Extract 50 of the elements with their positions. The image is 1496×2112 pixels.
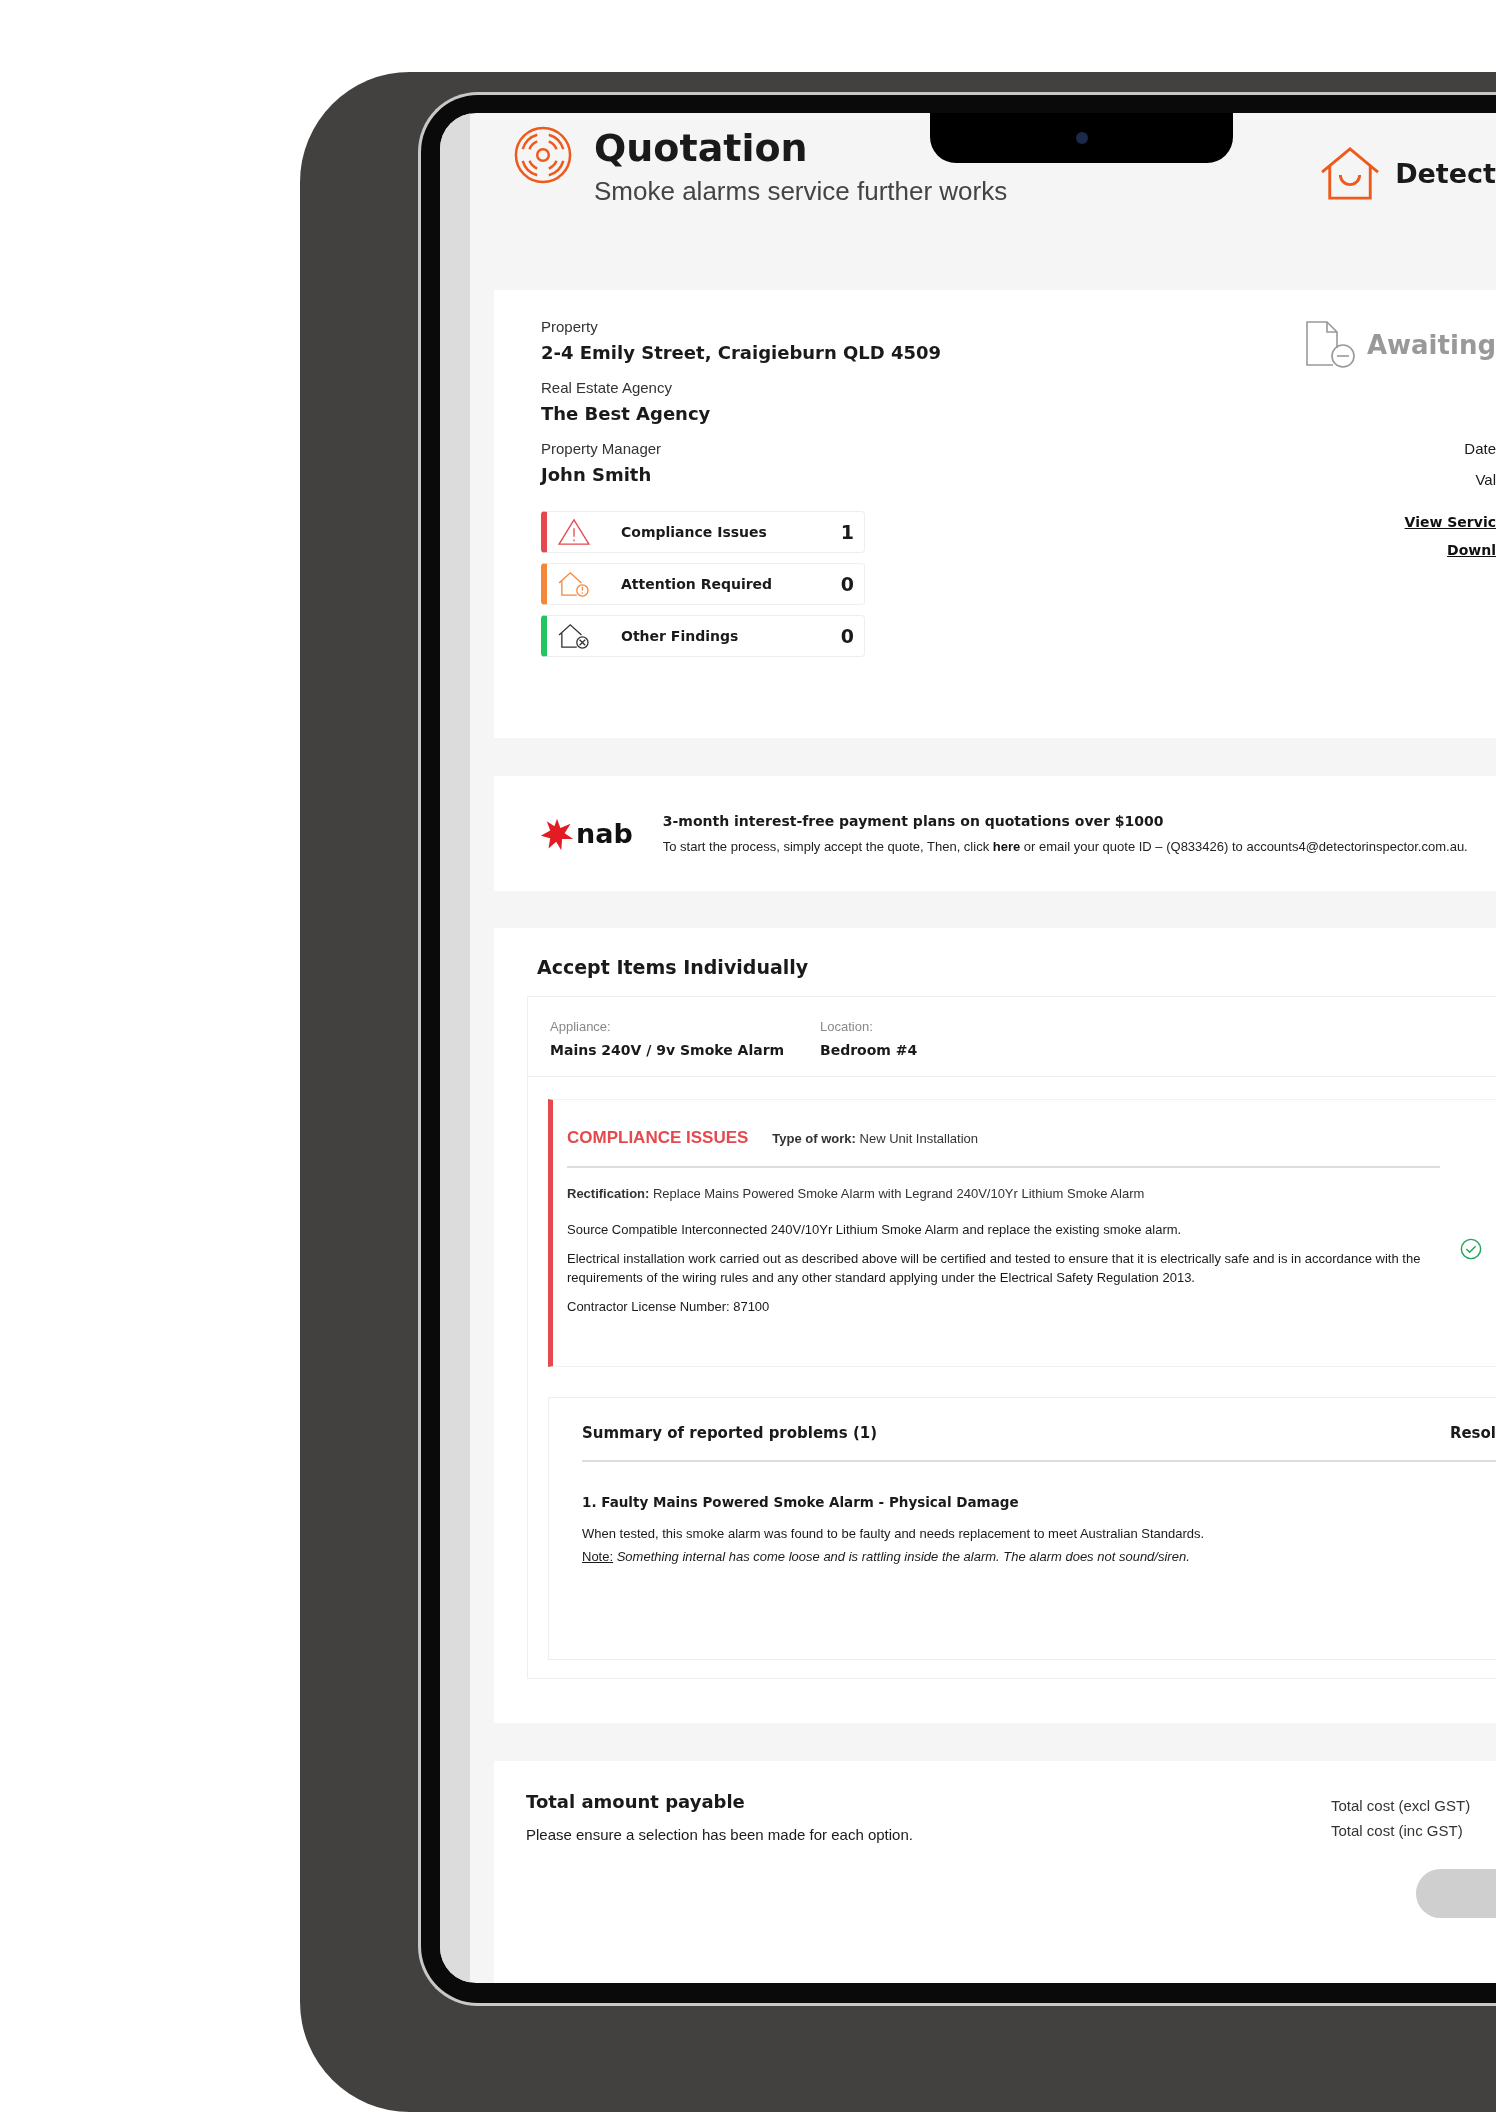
finding-label: Other Findings bbox=[621, 628, 740, 644]
page-subtitle: Smoke alarms service further works bbox=[594, 175, 1008, 207]
issue-paragraph: Source Compatible Interconnected 240V/10Yr Lithium Smoke Alarm and replace the existing smoke alarm. bbox=[567, 1221, 1183, 1239]
field-value: 2-4 Emily Street, Craigieburn QLD 4509 bbox=[541, 342, 942, 363]
house-alert-icon bbox=[557, 570, 591, 598]
note-label: Note: bbox=[582, 1549, 614, 1564]
issue-paragraph: Contractor License Number: 87100 bbox=[567, 1297, 771, 1316]
detail-label: Val bbox=[1475, 471, 1496, 488]
problem-text: When tested, this smoke alarm was found to be faulty and needs replacement to meet Australian Standards. bbox=[582, 1526, 1206, 1541]
smoke-alarm-icon bbox=[514, 126, 572, 184]
document-link[interactable]: View Servic bbox=[1404, 514, 1496, 530]
field-label: Property bbox=[541, 318, 599, 335]
page-title: Quotation bbox=[594, 128, 809, 170]
field-value: The Best Agency bbox=[541, 403, 712, 424]
check-circle-icon[interactable] bbox=[1460, 1238, 1482, 1260]
problem-title: 1. Faulty Mains Powered Smoke Alarm - Physical Damage bbox=[582, 1494, 1020, 1510]
cost-label: Total cost (inc GST) bbox=[1331, 1822, 1464, 1839]
finance-text: To start the process, simply accept the quote, Then, click here or email your quote ID – (Q833426) to accounts4@detectorinspector.com.au. bbox=[662, 839, 1468, 854]
here-link[interactable]: here bbox=[992, 839, 1021, 854]
field-label: Property Manager bbox=[541, 440, 663, 457]
work-type: Type of work: New Unit Installation bbox=[772, 1131, 979, 1146]
summary-title: Summary of reported problems (1) bbox=[582, 1424, 878, 1442]
finding-label: Compliance Issues bbox=[621, 524, 768, 540]
note-text: Something internal has come loose and is rattling inside the alarm. The alarm does not sound/siren. bbox=[616, 1549, 1190, 1564]
rectification-text: Rectification: Replace Mains Powered Smoke Alarm with Legrand 240V/10Yr Lithium Smoke Alarm bbox=[567, 1186, 1146, 1201]
location-label: Location: bbox=[820, 1019, 874, 1034]
issue-category: COMPLIANCE ISSUES bbox=[567, 1128, 749, 1148]
finding-label: Attention Required bbox=[621, 576, 774, 592]
field-value: John Smith bbox=[541, 464, 653, 485]
column-header: Resol bbox=[1449, 1424, 1496, 1442]
status-label: Awaiting bbox=[1366, 330, 1496, 360]
cost-label: Total cost (excl GST) bbox=[1331, 1797, 1472, 1814]
issue-paragraph: Electrical installation work carried out as described above will be certified and tested to ensure that it is electrically safe and is in accordance with the requirements of the wiring rules and any other standard applying under the Electrical Safety Regulation 2013. bbox=[567, 1249, 1422, 1287]
finance-headline: 3-month interest-free payment plans on quotations over $1000 bbox=[662, 813, 1165, 829]
detail-label: Date bbox=[1464, 440, 1496, 457]
finding-count: 0 bbox=[840, 573, 855, 595]
appliance-label: Appliance: bbox=[550, 1019, 612, 1034]
finding-count: 0 bbox=[840, 625, 855, 647]
totals-hint: Please ensure a selection has been made for each option. bbox=[526, 1826, 913, 1843]
bank-logo-text: nab bbox=[576, 818, 633, 849]
totals-title: Total amount payable bbox=[526, 1791, 746, 1812]
warning-icon bbox=[557, 518, 591, 546]
document-link[interactable]: Downl bbox=[1447, 542, 1496, 558]
finding-count: 1 bbox=[840, 521, 855, 543]
location-value: Bedroom #4 bbox=[820, 1042, 918, 1058]
house-cross-icon bbox=[557, 622, 591, 650]
field-label: Real Estate Agency bbox=[541, 379, 673, 396]
appliance-value: Mains 240V / 9v Smoke Alarm bbox=[550, 1042, 786, 1058]
brand-name: Detect bbox=[1395, 157, 1496, 189]
section-title: Accept Items Individually bbox=[537, 956, 810, 978]
